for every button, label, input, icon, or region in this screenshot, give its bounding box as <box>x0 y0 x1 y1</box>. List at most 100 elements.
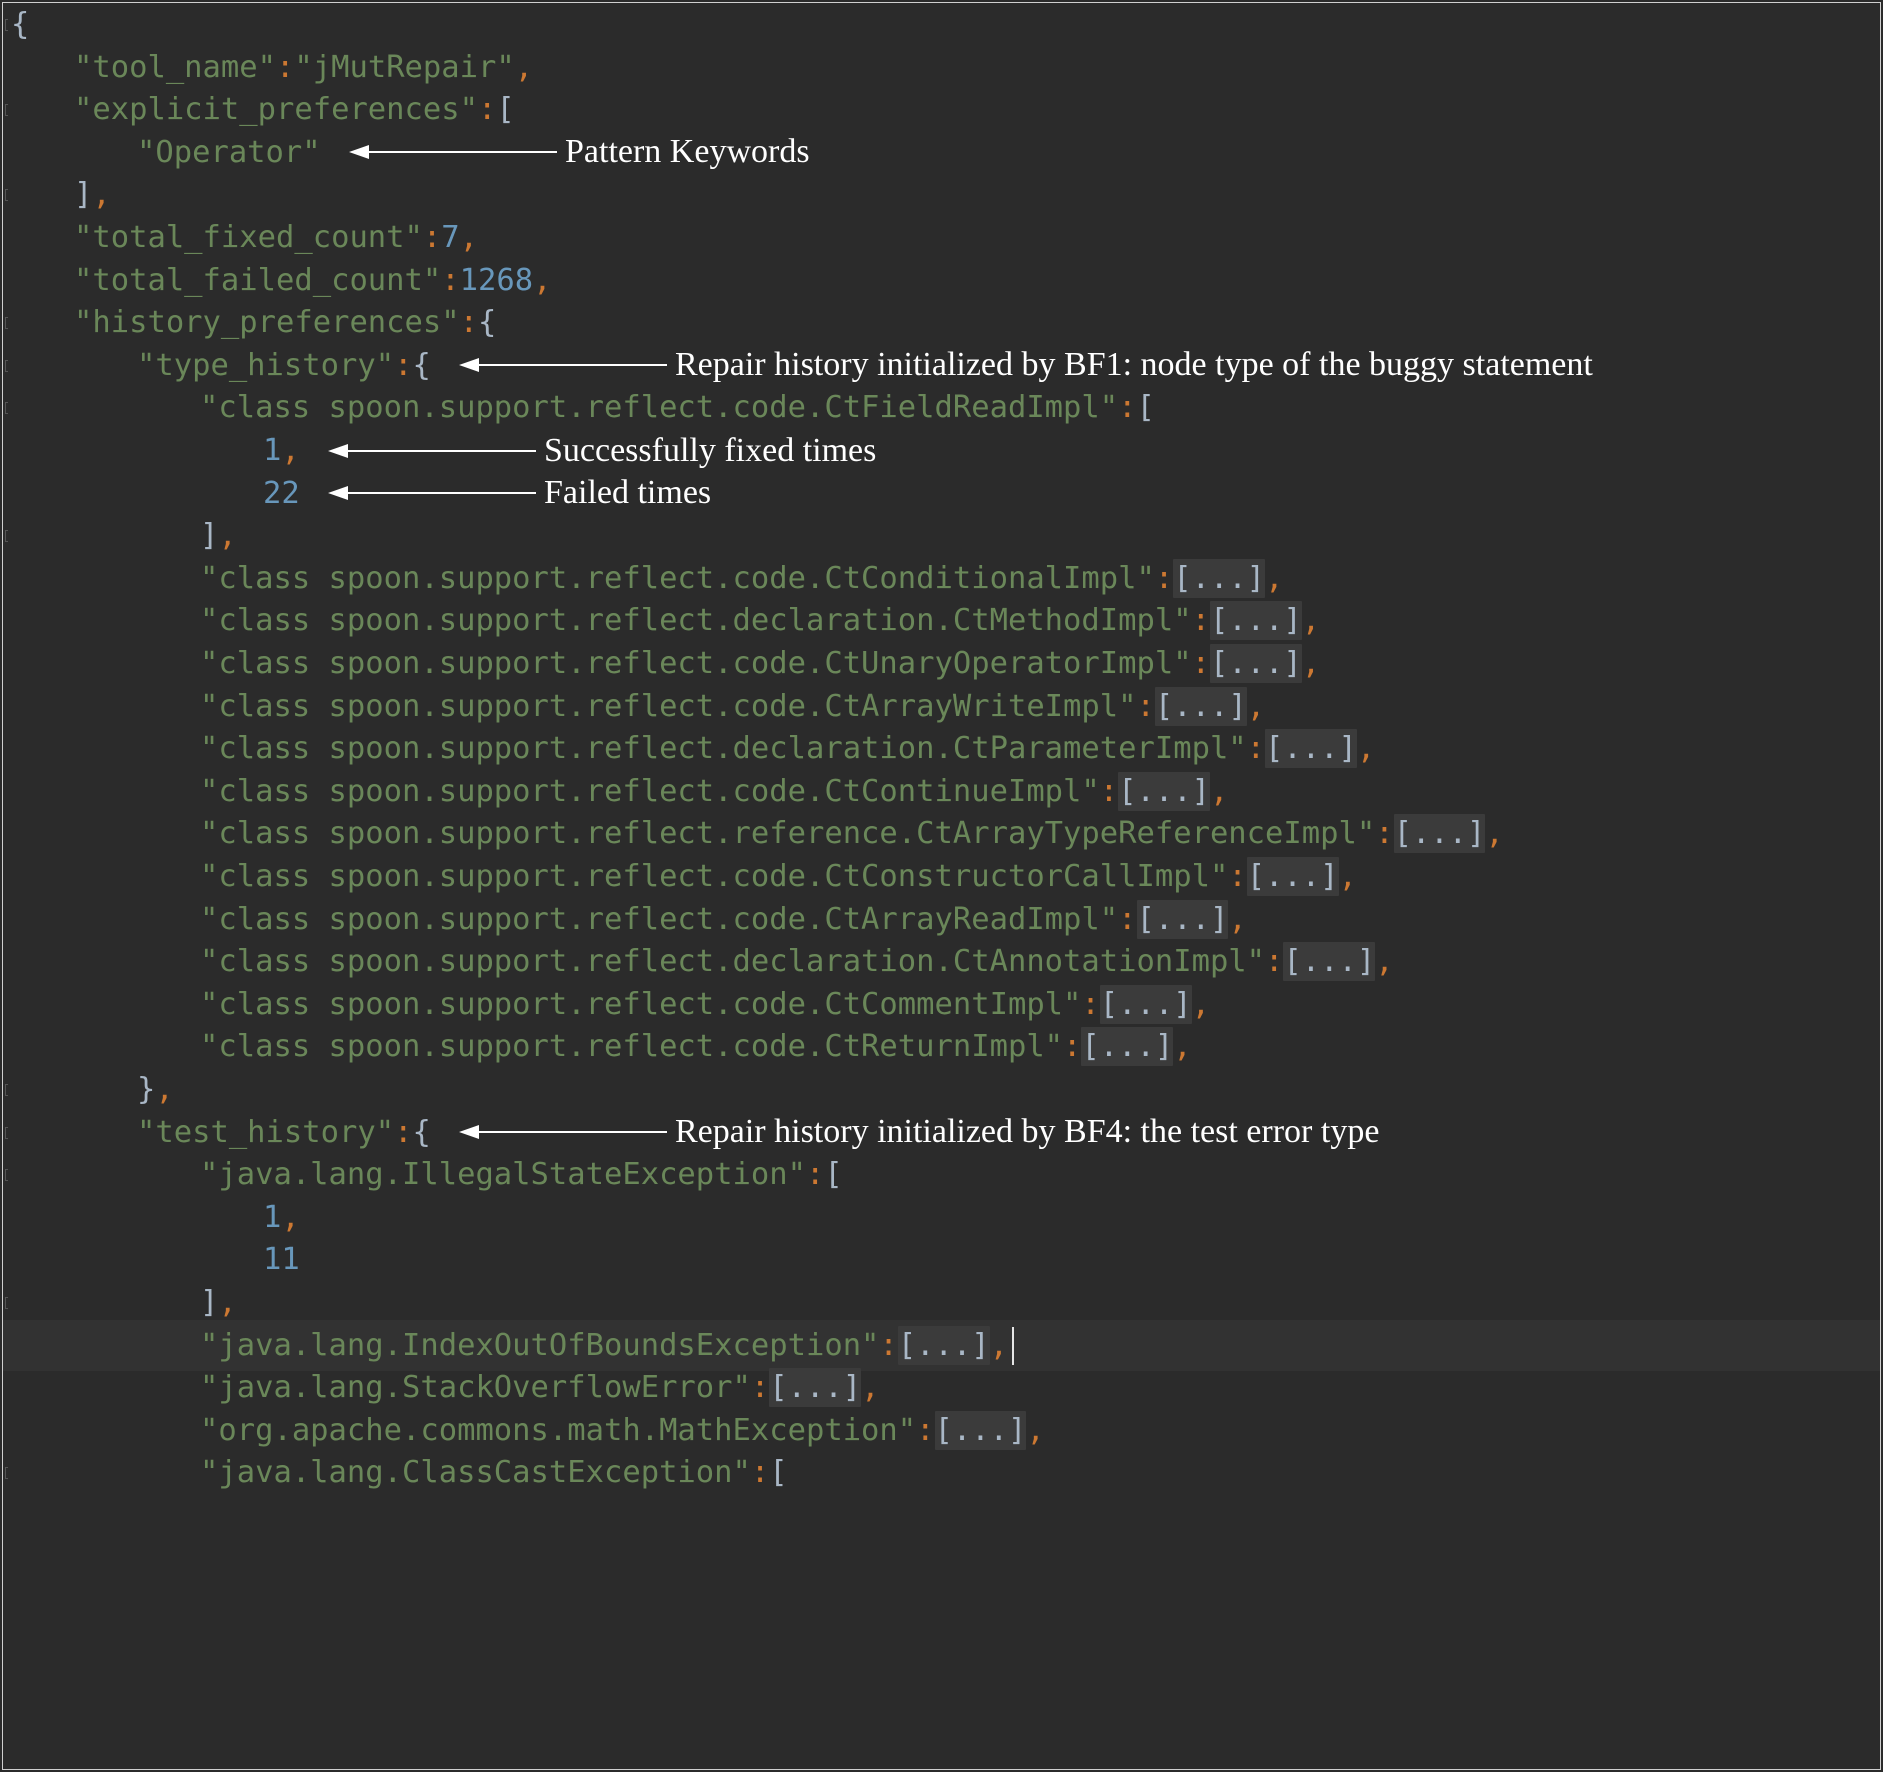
json-string-token: "org.apache.commons.math.MathException" <box>200 1412 917 1448</box>
fold-gutter-icon[interactable] <box>5 19 8 31</box>
left-arrow-icon <box>328 486 536 501</box>
folded-block-button[interactable]: [...] <box>1393 814 1486 854</box>
json-punctuation-token: : <box>750 1370 770 1406</box>
fold-gutter-icon[interactable] <box>5 402 8 415</box>
json-punctuation-token: : <box>477 92 497 128</box>
json-string-token: "class spoon.support.reflect.declaration… <box>200 731 1247 767</box>
json-punctuation-token: , <box>533 262 552 298</box>
json-string-token: "class spoon.support.reflect.reference.C… <box>200 816 1376 852</box>
fold-gutter-icon[interactable] <box>5 1126 8 1139</box>
json-punctuation-token: , <box>1191 986 1210 1022</box>
fold-gutter-icon[interactable] <box>5 1169 8 1182</box>
folded-block-button[interactable]: [...] <box>934 1410 1027 1450</box>
json-punctuation-token: : <box>1228 859 1247 894</box>
fold-gutter-icon[interactable] <box>5 530 8 543</box>
folded-block-button[interactable]: [...] <box>1081 1027 1174 1067</box>
annotation-callout: Pattern Keywords <box>349 127 810 178</box>
fold-gutter-icon[interactable] <box>5 1297 8 1309</box>
json-punctuation-token: : <box>1081 986 1100 1022</box>
json-punctuation-token: , <box>1356 731 1376 767</box>
code-editor[interactable]: {"tool_name":"jMutRepair", "explicit_pref… <box>2 2 1881 1770</box>
folded-block-button[interactable]: [...] <box>769 1368 862 1408</box>
json-punctuation-token: ] <box>200 1285 219 1320</box>
left-arrow-icon <box>349 145 557 160</box>
json-punctuation-token: : <box>276 49 295 85</box>
left-arrow-icon <box>328 443 536 458</box>
annotation-callout: Repair history initialized by BF4: the t… <box>459 1107 1379 1158</box>
json-string-token: "explicit_preferences" <box>74 92 478 128</box>
json-punctuation-token: [ <box>824 1157 843 1193</box>
json-punctuation-token: ] <box>200 518 219 554</box>
json-string-token: "class spoon.support.reflect.code.CtCons… <box>200 859 1229 894</box>
annotation-label: Repair history initialized by BF1: node … <box>675 346 1593 384</box>
code-content: "java.lang.ClassCastException":[ <box>200 1447 788 1498</box>
json-punctuation-token: : <box>1136 688 1155 724</box>
json-punctuation-token: : <box>422 220 442 255</box>
json-punctuation-token: : <box>879 1327 898 1363</box>
json-string-token: "test_history" <box>137 1114 395 1150</box>
json-string-token: "total_fixed_count" <box>74 220 423 255</box>
json-string-token: "class spoon.support.reflect.declaration… <box>200 603 1192 639</box>
json-string-token: "class spoon.support.reflect.code.CtCont… <box>200 773 1100 809</box>
json-punctuation-token: , <box>218 518 237 554</box>
fold-gutter-icon[interactable] <box>5 104 8 117</box>
text-caret <box>1012 1327 1014 1366</box>
folded-block-button[interactable]: [...] <box>1246 857 1339 896</box>
json-punctuation-token: , <box>989 1327 1008 1363</box>
fold-gutter-icon[interactable] <box>5 317 8 330</box>
json-string-token: "class spoon.support.reflect.code.CtCond… <box>200 560 1155 596</box>
json-punctuation-token: , <box>1338 859 1357 894</box>
json-punctuation-token: : <box>916 1412 935 1448</box>
left-arrow-icon <box>459 358 667 373</box>
fold-gutter-icon[interactable] <box>5 189 8 202</box>
annotation-label: Successfully fixed times <box>544 431 877 469</box>
json-punctuation-token: , <box>1265 560 1284 596</box>
annotation-callout: Repair history initialized by BF1: node … <box>459 340 1593 391</box>
json-punctuation-token: , <box>1026 1412 1045 1448</box>
json-punctuation-token: , <box>281 1199 300 1235</box>
json-punctuation-token: : <box>1118 901 1137 937</box>
folded-block-button[interactable]: [...] <box>1173 558 1266 598</box>
json-string-token: "class spoon.support.reflect.code.CtUnar… <box>200 646 1192 681</box>
folded-block-button[interactable]: [...] <box>1209 601 1302 641</box>
annotation-label: Failed times <box>544 474 712 512</box>
json-punctuation-token: : <box>1154 560 1174 596</box>
json-string-token: "jMutRepair" <box>294 49 515 85</box>
fold-gutter-icon[interactable] <box>5 359 8 372</box>
left-arrow-icon <box>459 1125 667 1140</box>
json-string-token: "java.lang.StackOverflowError" <box>200 1370 751 1406</box>
json-string-token: "total_failed_count" <box>74 262 442 298</box>
json-number-token: 22 <box>263 475 300 511</box>
folded-block-button[interactable]: [...] <box>897 1325 990 1365</box>
folded-block-button[interactable]: [...] <box>1136 899 1229 939</box>
json-string-token: "class spoon.support.reflect.declaration… <box>200 944 1266 980</box>
json-punctuation-token: : <box>459 305 478 341</box>
json-punctuation-token: { <box>412 1114 431 1150</box>
annotation-label: Pattern Keywords <box>565 133 810 171</box>
json-punctuation-token: , <box>1209 773 1229 809</box>
json-punctuation-token: : <box>1063 1029 1082 1065</box>
json-string-token: "history_preferences" <box>74 305 460 341</box>
json-punctuation-token: [ <box>1136 390 1155 426</box>
json-punctuation-token: : <box>394 1114 413 1150</box>
json-punctuation-token: : <box>1191 646 1210 681</box>
code-line[interactable]: "java.lang.ClassCastException":[ <box>3 1447 1880 1498</box>
json-punctuation-token: , <box>155 1072 174 1107</box>
folded-block-button[interactable]: [...] <box>1099 984 1192 1024</box>
json-string-token: "type_history" <box>137 347 395 383</box>
folded-block-button[interactable]: [...] <box>1118 771 1210 811</box>
json-number-token: 1268 <box>459 262 534 298</box>
json-string-token: "class spoon.support.reflect.code.CtArra… <box>200 901 1119 937</box>
json-punctuation-token: : <box>1375 816 1394 852</box>
fold-gutter-icon[interactable] <box>5 1084 8 1096</box>
json-punctuation-token: : <box>1099 773 1119 809</box>
folded-block-button[interactable]: [...] <box>1154 686 1247 726</box>
json-punctuation-token: , <box>1246 688 1266 724</box>
json-punctuation-token: : <box>1265 944 1284 980</box>
fold-gutter-icon[interactable] <box>5 1467 8 1480</box>
json-string-token: "class spoon.support.reflect.code.CtArra… <box>200 688 1137 724</box>
folded-block-button[interactable]: [...] <box>1265 729 1357 769</box>
folded-block-button[interactable]: [...] <box>1209 644 1302 683</box>
json-punctuation-token: : <box>1191 603 1210 639</box>
folded-block-button[interactable]: [...] <box>1283 942 1376 982</box>
